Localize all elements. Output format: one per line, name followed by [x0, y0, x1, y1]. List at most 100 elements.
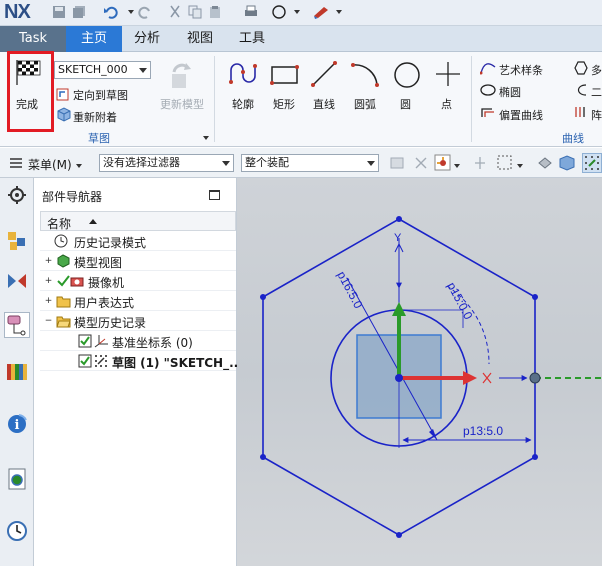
- tree-row-sketch[interactable]: 草图 (1) "SKETCH_...: [40, 351, 243, 371]
- assembly-navigator-icon[interactable]: [6, 230, 28, 252]
- print-icon[interactable]: [242, 3, 260, 21]
- arc-label[interactable]: 圆弧: [354, 96, 376, 112]
- show-grid-icon[interactable]: [582, 153, 602, 173]
- snap-point-marker[interactable]: [529, 372, 541, 384]
- redo-icon[interactable]: [136, 3, 154, 21]
- snap-point-icon[interactable]: [413, 155, 429, 171]
- checkbox-checked-icon[interactable]: [78, 354, 93, 368]
- line-label[interactable]: 直线: [313, 96, 335, 112]
- sort-ascending-icon: [89, 219, 97, 224]
- polygon-icon[interactable]: [574, 61, 588, 75]
- chevron-down-icon: [367, 161, 375, 166]
- arc-icon[interactable]: [350, 60, 380, 88]
- studio-spline-icon[interactable]: [479, 61, 496, 75]
- reattach-label[interactable]: 重新附着: [73, 109, 117, 125]
- conic-label[interactable]: 二: [591, 84, 602, 100]
- line-icon[interactable]: [310, 60, 338, 88]
- point-icon[interactable]: [434, 60, 462, 88]
- snap-settings-icon[interactable]: [434, 154, 452, 172]
- chevron-down-icon: [139, 68, 147, 73]
- column-header-name[interactable]: 名称: [40, 211, 236, 231]
- tab-analysis[interactable]: 分析: [124, 26, 170, 52]
- view-fit-icon[interactable]: [536, 154, 554, 172]
- tab-tools[interactable]: 工具: [230, 26, 274, 52]
- rectangle-icon[interactable]: [270, 64, 300, 86]
- undo-icon[interactable]: [102, 3, 120, 21]
- folder-open-icon: [56, 314, 71, 328]
- collapse-icon[interactable]: −: [44, 317, 53, 326]
- info-icon[interactable]: i: [6, 412, 28, 434]
- curve-group-label: 曲线: [562, 132, 584, 145]
- sketch-name-select[interactable]: SKETCH_000: [54, 61, 151, 79]
- circle-label[interactable]: 圆: [400, 96, 411, 112]
- select-circle-icon[interactable]: [270, 3, 288, 21]
- point-label[interactable]: 点: [441, 96, 452, 112]
- rotate-select-icon[interactable]: [472, 155, 488, 171]
- sketch-group-label: 草图: [88, 132, 110, 145]
- gear-icon[interactable]: [6, 184, 28, 206]
- rectangle-label[interactable]: 矩形: [273, 96, 295, 112]
- tree-row-history-mode[interactable]: 历史记录模式: [40, 231, 236, 251]
- selection-filter-select[interactable]: 没有选择过滤器: [99, 154, 234, 172]
- expand-icon[interactable]: +: [44, 297, 53, 306]
- ribbon-separator: [471, 56, 472, 142]
- pattern-icon[interactable]: [574, 105, 588, 119]
- offset-curve-label[interactable]: 偏置曲线: [499, 107, 543, 123]
- expand-icon[interactable]: +: [44, 277, 53, 286]
- orient-to-sketch-label[interactable]: 定向到草图: [73, 87, 128, 103]
- cut-icon[interactable]: [166, 3, 184, 21]
- tree-row-cameras[interactable]: + 摄像机: [40, 271, 236, 291]
- tree-row-model-views[interactable]: + 模型视图: [40, 251, 236, 271]
- tree-row-user-expressions[interactable]: + 用户表达式: [40, 291, 236, 311]
- x-cross-marker-icon: [482, 372, 492, 384]
- tab-home[interactable]: 主页: [66, 26, 122, 52]
- maximize-icon[interactable]: [209, 190, 220, 200]
- customize-dropdown-icon[interactable]: [330, 3, 348, 21]
- tree-row-label: 摄像机: [88, 276, 125, 290]
- origin-point[interactable]: [395, 374, 403, 382]
- horizontal-dimension-label[interactable]: p13:5.0: [463, 424, 503, 438]
- menu-dropdown-icon[interactable]: [75, 160, 83, 168]
- select-dropdown-icon[interactable]: [516, 160, 524, 168]
- group-dropdown-icon[interactable]: [202, 132, 210, 140]
- offset-curve-icon[interactable]: [480, 105, 496, 119]
- ellipse-label[interactable]: 椭圆: [499, 84, 521, 100]
- part-navigator-icon[interactable]: [4, 312, 30, 338]
- web-browser-icon[interactable]: [6, 468, 28, 490]
- toolbar-menu-icon[interactable]: [9, 156, 23, 170]
- circle-icon[interactable]: [392, 60, 422, 90]
- copy-icon[interactable]: [186, 3, 204, 21]
- select-dropdown-icon[interactable]: [288, 3, 306, 21]
- sketch-canvas[interactable]: Y p16:5.0 p15:0.0 p13:5.0: [237, 178, 602, 566]
- history-icon[interactable]: [6, 520, 28, 542]
- tab-view[interactable]: 视图: [178, 26, 222, 52]
- save-icon[interactable]: [50, 3, 68, 21]
- reattach-icon[interactable]: [56, 106, 72, 122]
- diameter-dimension-label[interactable]: p16:5.0: [334, 269, 365, 311]
- conic-icon[interactable]: [574, 83, 588, 97]
- constraint-navigator-icon[interactable]: [6, 270, 28, 292]
- graphics-window[interactable]: Y p16:5.0 p15:0.0 p13:5.0: [237, 178, 602, 566]
- assembly-scope-select[interactable]: 整个装配: [241, 154, 379, 172]
- orient-to-sketch-icon[interactable]: [56, 86, 72, 102]
- save-all-icon[interactable]: [70, 3, 88, 21]
- angle-dimension-label[interactable]: p15:0.0: [444, 280, 475, 322]
- ellipse-icon[interactable]: [480, 83, 496, 97]
- checkbox-checked-icon[interactable]: [78, 334, 93, 348]
- tab-task[interactable]: Task: [0, 26, 66, 52]
- touch-mode-icon[interactable]: [312, 3, 330, 21]
- snap-dropdown-icon[interactable]: [453, 160, 461, 168]
- paste-icon[interactable]: [206, 3, 224, 21]
- tree-row-model-history[interactable]: − 模型历史记录: [40, 311, 236, 331]
- profile-icon[interactable]: [228, 62, 262, 88]
- reuse-library-icon[interactable]: [6, 360, 28, 382]
- profile-label[interactable]: 轮廓: [232, 96, 254, 112]
- studio-spline-label[interactable]: 艺术样条: [499, 62, 543, 78]
- selection-scope-icon[interactable]: [389, 155, 405, 171]
- polygon-label[interactable]: 多: [591, 62, 602, 78]
- menu-button[interactable]: 菜单(M): [28, 156, 72, 173]
- tree-row-datum-csys[interactable]: 基准坐标系 (0): [40, 331, 236, 351]
- expand-icon[interactable]: +: [44, 257, 53, 266]
- rectangle-select-icon[interactable]: [496, 154, 514, 172]
- shaded-view-icon[interactable]: [558, 154, 576, 172]
